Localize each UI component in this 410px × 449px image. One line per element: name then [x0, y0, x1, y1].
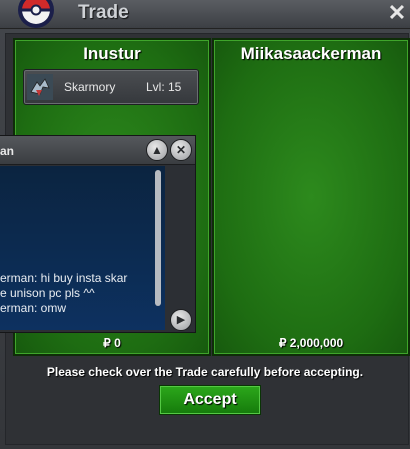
item-level: Lvl: 15 [146, 80, 182, 94]
chat-log: erman: hi buy insta skar e unison pc pls… [0, 166, 165, 330]
skarmory-icon [27, 74, 53, 100]
trade-window: Trade ✕ Inustur Skarmory Lvl: 15 ₽ 0 Mii… [0, 0, 410, 449]
my-player-name: Inustur [83, 44, 141, 63]
accept-button[interactable]: Accept [159, 385, 261, 415]
send-arrow-icon[interactable]: ▶ [170, 309, 192, 331]
their-money-offer: ₽ 2,000,000 [278, 336, 344, 350]
close-chat-icon[interactable]: ✕ [170, 139, 192, 161]
their-offer-panel: Miikasaackerman ₽ 2,000,000 [212, 38, 410, 356]
item-name: Skarmory [64, 80, 116, 94]
window-title: Trade [78, 2, 129, 23]
trade-notice: Please check over the Trade carefully be… [46, 365, 364, 379]
chat-title: an [0, 144, 15, 158]
chat-line: e unison pc pls ^^ [0, 286, 95, 300]
chat-window: an ▲ ✕ erman: hi buy insta skar e unison… [0, 135, 196, 333]
chat-messages: erman: hi buy insta skar e unison pc pls… [0, 271, 127, 316]
offered-pokemon-slot[interactable]: Skarmory Lvl: 15 [23, 69, 199, 105]
title-bar[interactable]: Trade ✕ [0, 0, 410, 29]
chat-scrollbar[interactable] [155, 170, 161, 306]
chat-line: erman: hi buy insta skar [0, 271, 128, 285]
pokeball-logo-icon [18, 0, 54, 28]
chat-line: erman: omw [0, 301, 67, 315]
my-money-offer: ₽ 0 [103, 336, 121, 350]
close-icon[interactable]: ✕ [386, 2, 408, 24]
minimize-chat-icon[interactable]: ▲ [146, 139, 168, 161]
chat-header[interactable]: an ▲ ✕ [0, 136, 195, 165]
their-player-name: Miikasaackerman [240, 44, 382, 63]
